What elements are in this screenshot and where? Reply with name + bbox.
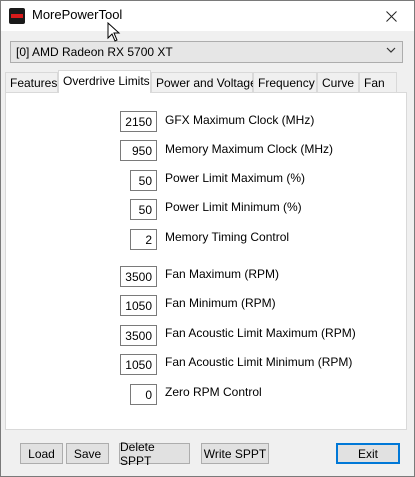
- zero-rpm-control-input[interactable]: 0: [130, 384, 157, 405]
- fan-max-label: Fan Maximum (RPM): [165, 267, 280, 281]
- power-limit-min-label: Power Limit Minimum (%): [165, 200, 302, 214]
- fan-min-label: Fan Minimum (RPM): [165, 296, 276, 310]
- memory-max-clock-input[interactable]: 950: [120, 140, 157, 161]
- fan-min-input[interactable]: 1050: [120, 295, 157, 316]
- write-sppt-button[interactable]: Write SPPT: [201, 443, 269, 464]
- zero-rpm-control-label: Zero RPM Control: [165, 385, 262, 399]
- fan-acoustic-max-input[interactable]: 3500: [120, 325, 157, 346]
- power-limit-max-label: Power Limit Maximum (%): [165, 171, 306, 185]
- memory-max-clock-label: Memory Maximum Clock (MHz): [165, 142, 333, 156]
- tab-bar: Features Overdrive Limits Power and Volt…: [5, 70, 405, 93]
- memory-timing-control-label: Memory Timing Control: [165, 230, 290, 244]
- fan-acoustic-min-input[interactable]: 1050: [120, 354, 157, 375]
- app-icon: [9, 8, 25, 24]
- chevron-down-icon: [386, 47, 396, 53]
- tab-curve[interactable]: Curve: [317, 72, 359, 92]
- app-window: MorePowerTool [0] AMD Radeon RX 5700 XT …: [0, 0, 415, 477]
- memory-timing-control-input[interactable]: 2: [130, 229, 157, 250]
- exit-button[interactable]: Exit: [336, 443, 400, 464]
- delete-sppt-button[interactable]: Delete SPPT: [119, 440, 190, 468]
- title-bar: MorePowerTool: [1, 1, 414, 31]
- close-icon: [385, 10, 397, 22]
- device-select[interactable]: [0] AMD Radeon RX 5700 XT: [10, 41, 403, 63]
- gfx-max-clock-input[interactable]: 2150: [120, 111, 157, 132]
- load-button[interactable]: Load: [20, 443, 63, 464]
- power-limit-max-input[interactable]: 50: [130, 170, 157, 191]
- save-button[interactable]: Save: [66, 443, 109, 464]
- gfx-max-clock-label: GFX Maximum Clock (MHz): [165, 113, 315, 127]
- tab-fan[interactable]: Fan: [359, 72, 397, 92]
- tab-overdrive-limits[interactable]: Overdrive Limits: [58, 70, 151, 93]
- fan-acoustic-max-label: Fan Acoustic Limit Maximum (RPM): [165, 326, 356, 340]
- power-limit-min-input[interactable]: 50: [130, 199, 157, 220]
- window-title: MorePowerTool: [32, 7, 123, 22]
- fan-max-input[interactable]: 3500: [120, 266, 157, 287]
- tab-power-and-voltage[interactable]: Power and Voltage: [151, 72, 257, 92]
- tab-features[interactable]: Features: [5, 72, 58, 92]
- tab-frequency[interactable]: Frequency: [253, 72, 317, 92]
- close-button[interactable]: [368, 1, 414, 31]
- mouse-cursor-icon: [107, 22, 121, 42]
- device-select-value: [0] AMD Radeon RX 5700 XT: [16, 45, 173, 59]
- fan-acoustic-min-label: Fan Acoustic Limit Minimum (RPM): [165, 355, 353, 369]
